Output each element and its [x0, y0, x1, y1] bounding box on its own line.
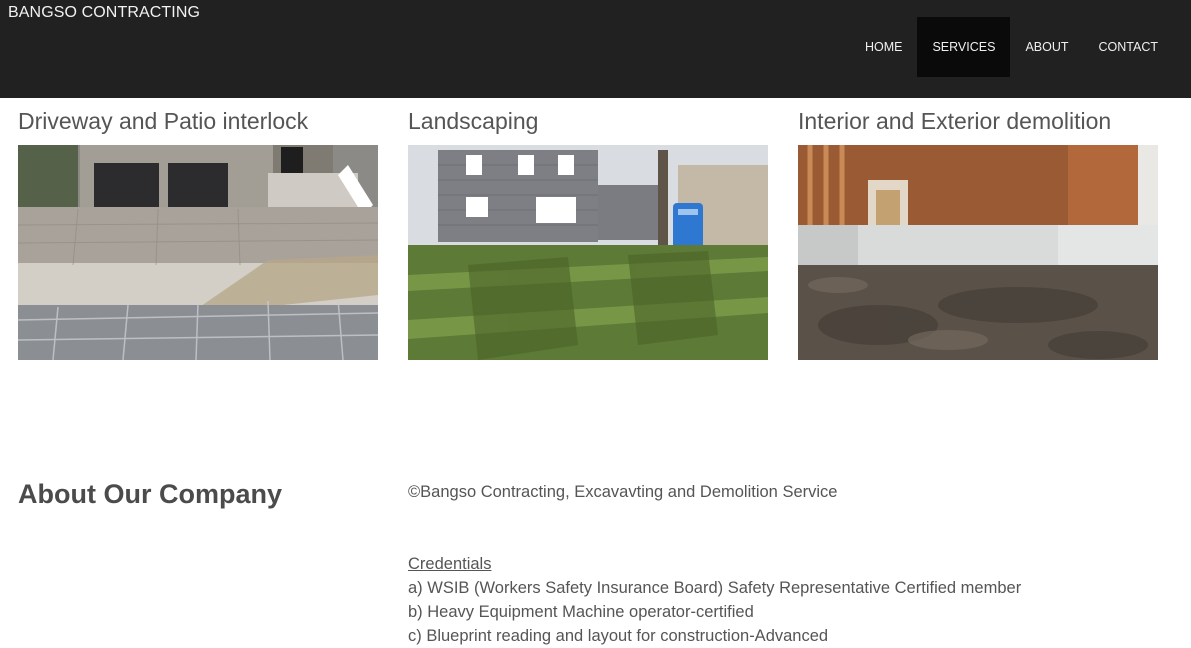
service-image-interlock — [18, 145, 378, 360]
copyright-text: ©Bangso Contracting, Excavavting and Dem… — [408, 483, 838, 501]
nav-home[interactable]: HOME — [850, 17, 918, 77]
services-section: Driveway and Patio interlock Landscaping… — [18, 106, 1158, 360]
credentials-title: Credentials — [408, 555, 492, 573]
about-content: ©Bangso Contracting, Excavavting and Dem… — [408, 480, 1168, 648]
nav-services[interactable]: SERVICES — [917, 17, 1011, 77]
credentials-list: a) WSIB (Workers Safety Insurance Board)… — [408, 576, 1168, 648]
service-card-landscaping: Landscaping — [408, 106, 768, 360]
service-title: Interior and Exterior demolition — [798, 108, 1112, 134]
service-title: Landscaping — [408, 108, 539, 134]
list-item: a) WSIB (Workers Safety Insurance Board)… — [408, 579, 1022, 597]
service-title: Driveway and Patio interlock — [18, 108, 309, 134]
service-card-demolition: Interior and Exterior demolition — [798, 106, 1158, 360]
main-nav: HOME SERVICES ABOUT CONTACT — [850, 17, 1173, 77]
list-item: b) Heavy Equipment Machine operator-cert… — [408, 603, 754, 621]
about-heading: About Our Company — [18, 479, 282, 509]
service-image-landscaping — [408, 145, 768, 360]
site-header: BANGSO CONTRACTING HOME SERVICES ABOUT C… — [0, 0, 1191, 98]
service-image-demolition — [798, 145, 1158, 360]
nav-contact[interactable]: CONTACT — [1084, 17, 1174, 77]
nav-about[interactable]: ABOUT — [1010, 17, 1083, 77]
brand-logo-link[interactable]: BANGSO CONTRACTING — [8, 4, 200, 22]
list-item: c) Blueprint reading and layout for cons… — [408, 627, 829, 645]
service-card-interlock: Driveway and Patio interlock — [18, 106, 378, 360]
